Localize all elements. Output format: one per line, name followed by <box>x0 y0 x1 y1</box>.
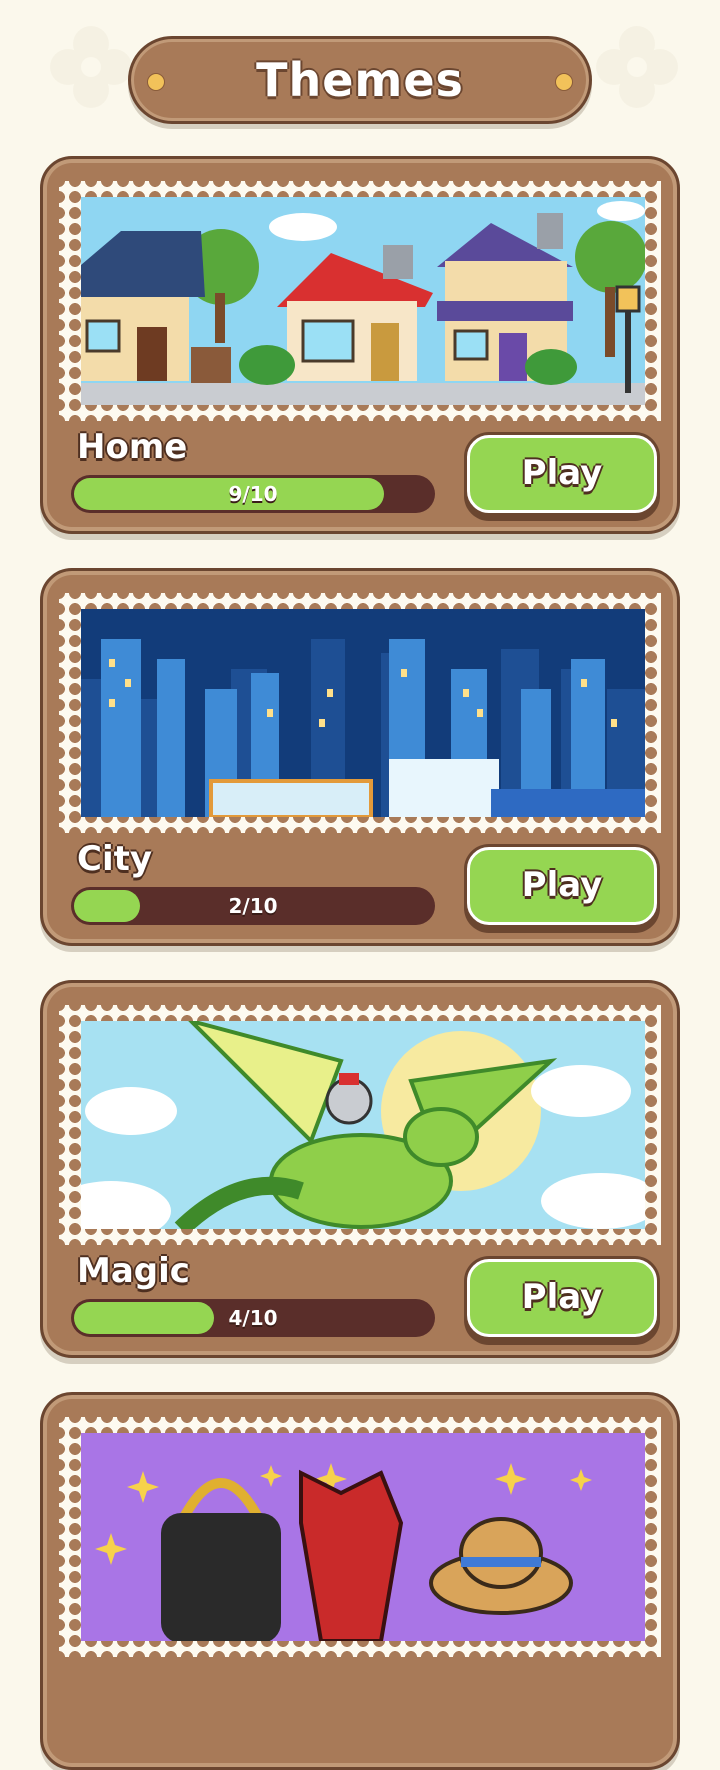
knight-dragon-illustration-icon <box>81 1021 645 1229</box>
progress-bar: 2/10 <box>71 887 435 925</box>
progress-label: 9/10 <box>228 482 278 506</box>
fashion-items-illustration-icon <box>81 1433 645 1641</box>
play-button[interactable]: Play <box>467 847 657 925</box>
theme-name: Home <box>77 427 188 467</box>
theme-name: Magic <box>77 1251 190 1291</box>
progress-label: 4/10 <box>228 1306 278 1330</box>
page-title: Themes <box>256 53 464 107</box>
theme-card-city: City 2/10 Play <box>40 568 680 946</box>
themes-header: Themes <box>128 36 592 124</box>
theme-card-magic: Magic 4/10 Play <box>40 980 680 1358</box>
play-button[interactable]: Play <box>467 435 657 513</box>
progress-label: 2/10 <box>228 894 278 918</box>
theme-card-fashion <box>40 1392 680 1770</box>
theme-card-home: Home 9/10 Play <box>40 156 680 534</box>
progress-bar: 9/10 <box>71 475 435 513</box>
theme-name: City <box>77 839 153 879</box>
progress-bar: 4/10 <box>71 1299 435 1337</box>
flower-decoration-icon <box>596 26 678 108</box>
houses-illustration-icon <box>81 197 645 405</box>
play-button[interactable]: Play <box>467 1259 657 1337</box>
flower-decoration-icon <box>50 26 132 108</box>
city-skyline-illustration-icon <box>81 609 645 817</box>
